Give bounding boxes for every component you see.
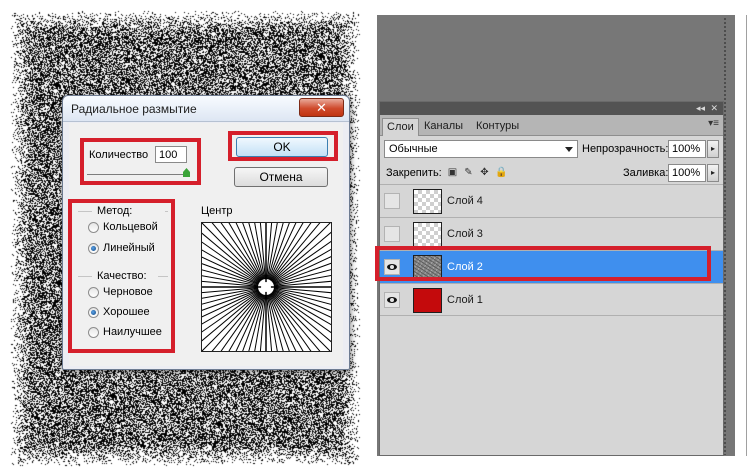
opacity-stepper-icon[interactable]: ▸	[707, 140, 719, 158]
lock-position-icon[interactable]: ✥	[479, 167, 490, 178]
lock-label: Закрепить:	[386, 167, 442, 179]
highlight-selected-layer	[375, 246, 711, 281]
panel-menu-icon[interactable]: ▾≡	[708, 118, 719, 129]
blur-center-preview[interactable]	[171, 192, 361, 382]
dialog-title: Радиальное размытие	[71, 102, 197, 116]
layer-name[interactable]: Слой 1	[447, 294, 483, 306]
fill-field[interactable]: 100%	[668, 164, 706, 182]
visibility-toggle[interactable]	[384, 226, 400, 242]
opacity-label: Непрозрачность:	[582, 143, 669, 155]
lock-pixels-icon[interactable]: ✎	[463, 167, 474, 178]
layer-thumbnail	[413, 288, 442, 313]
chevron-down-icon	[565, 147, 573, 152]
eye-icon	[387, 297, 397, 303]
fill-label: Заливка:	[623, 167, 669, 179]
lock-all-icon[interactable]: 🔒	[495, 167, 507, 178]
blend-mode-select[interactable]: Обычные	[384, 140, 578, 158]
tab-paths[interactable]: Контуры	[472, 118, 523, 136]
dialog-titlebar[interactable]: Радиальное размытие ✕	[63, 96, 349, 122]
visibility-toggle[interactable]	[384, 193, 400, 209]
blur-ray	[204, 213, 262, 282]
layer-row-layer1[interactable]: Слой 1	[380, 283, 723, 316]
blur-ray	[192, 225, 261, 283]
layer-thumbnail	[413, 189, 442, 214]
blur-ray	[204, 292, 262, 361]
blur-ray	[192, 291, 261, 349]
layer-name[interactable]: Слой 3	[447, 228, 483, 240]
layer-thumbnail	[413, 222, 442, 247]
cancel-button[interactable]: Отмена	[234, 167, 328, 187]
highlight-ok	[228, 131, 338, 161]
opacity-field[interactable]: 100%	[668, 140, 706, 158]
workspace-divider	[746, 15, 747, 456]
collapse-panel-icon[interactable]: ◂◂	[696, 102, 705, 115]
tab-channels[interactable]: Каналы	[420, 118, 467, 136]
blend-mode-value: Обычные	[389, 143, 438, 155]
center-point	[261, 282, 271, 292]
lock-transparency-icon[interactable]: ▣	[447, 167, 458, 178]
radial-rays-graphic	[171, 192, 361, 382]
visibility-toggle[interactable]	[384, 292, 400, 308]
tab-layers[interactable]: Слои	[382, 118, 419, 136]
blur-ray	[270, 292, 328, 361]
panel-tab-row: Слои Каналы Контуры ▾≡	[380, 115, 723, 136]
layer-row-layer4[interactable]: Слой 4	[380, 184, 723, 217]
close-icon[interactable]: ✕	[299, 98, 344, 117]
close-panel-icon[interactable]: ✕	[710, 102, 718, 115]
highlight-amount	[80, 138, 201, 185]
center-label: Центр	[201, 205, 233, 217]
panel-header-strip[interactable]: ◂◂ ✕	[380, 102, 723, 115]
highlight-method-quality	[68, 199, 175, 353]
panel-dock-edge	[724, 18, 726, 455]
blur-ray	[270, 213, 328, 282]
layer-name[interactable]: Слой 4	[447, 195, 483, 207]
fill-stepper-icon[interactable]: ▸	[707, 164, 719, 182]
